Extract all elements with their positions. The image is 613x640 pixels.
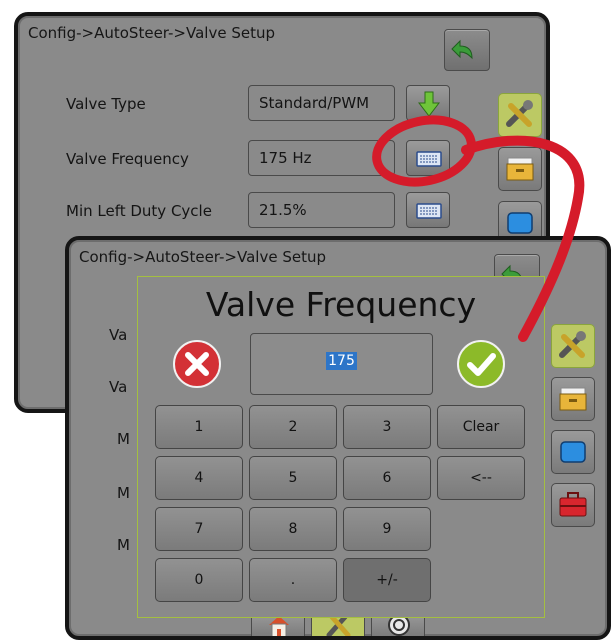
down-arrow-icon: [417, 91, 441, 117]
tools-icon: [506, 100, 533, 127]
valve-frequency-dialog: Valve Frequency 175 1 2 3 Clear 4 5 6 <-…: [137, 276, 545, 618]
key-4[interactable]: 4: [155, 456, 243, 500]
hidden-row-label: M: [117, 484, 130, 502]
key-clear[interactable]: Clear: [437, 405, 525, 449]
confirm-button[interactable]: [456, 339, 506, 389]
side-tab-tools[interactable]: [498, 93, 542, 137]
valve-frequency-keyboard-button[interactable]: [406, 140, 450, 176]
valve-type-label: Valve Type: [66, 95, 146, 113]
side-tab-display[interactable]: [551, 430, 595, 474]
key-5[interactable]: 5: [249, 456, 337, 500]
front-screen: Config->AutoSteer->Valve Setup Va Va M M…: [65, 236, 611, 640]
key-backspace[interactable]: <--: [437, 456, 525, 500]
side-tab-toolbox[interactable]: [551, 483, 595, 527]
valve-type-dropdown-button[interactable]: [406, 85, 450, 121]
valve-frequency-field[interactable]: 175 Hz: [248, 140, 395, 176]
breadcrumb: Config->AutoSteer->Valve Setup: [28, 24, 275, 42]
file-box-icon: [506, 157, 534, 181]
back-button[interactable]: [444, 29, 490, 71]
side-tab-files[interactable]: [498, 147, 542, 191]
file-box-icon: [559, 387, 587, 411]
key-7[interactable]: 7: [155, 507, 243, 551]
key-6[interactable]: 6: [343, 456, 431, 500]
tools-icon: [559, 331, 586, 358]
key-8[interactable]: 8: [249, 507, 337, 551]
key-decimal[interactable]: .: [249, 558, 337, 602]
toolbox-icon: [559, 492, 587, 517]
hidden-row-label: M: [117, 536, 130, 554]
hidden-row-label: Va: [109, 378, 128, 396]
key-3[interactable]: 3: [343, 405, 431, 449]
min-left-duty-cycle-keyboard-button[interactable]: [406, 192, 450, 228]
key-9[interactable]: 9: [343, 507, 431, 551]
side-tab-tools[interactable]: [551, 324, 595, 368]
key-plus-minus[interactable]: +/-: [343, 558, 431, 602]
hidden-row-label: Va: [109, 326, 128, 344]
valve-type-field[interactable]: Standard/PWM: [248, 85, 395, 121]
key-0[interactable]: 0: [155, 558, 243, 602]
value-input[interactable]: 175: [250, 333, 433, 395]
checkmark-icon: [457, 340, 505, 388]
valve-frequency-label: Valve Frequency: [66, 150, 189, 168]
back-arrow-icon: [451, 39, 473, 60]
min-left-duty-cycle-label: Min Left Duty Cycle: [66, 202, 212, 220]
keyboard-icon: [416, 151, 442, 167]
min-left-duty-cycle-field[interactable]: 21.5%: [248, 192, 395, 228]
display-icon: [560, 441, 586, 463]
value-text: 175: [326, 352, 357, 370]
keyboard-icon: [416, 203, 442, 219]
key-1[interactable]: 1: [155, 405, 243, 449]
key-2[interactable]: 2: [249, 405, 337, 449]
breadcrumb: Config->AutoSteer->Valve Setup: [79, 248, 326, 266]
cancel-button[interactable]: [172, 339, 222, 389]
cancel-x-icon: [173, 340, 221, 388]
side-tab-files[interactable]: [551, 377, 595, 421]
hidden-row-label: M: [117, 430, 130, 448]
dialog-title: Valve Frequency: [205, 285, 477, 324]
